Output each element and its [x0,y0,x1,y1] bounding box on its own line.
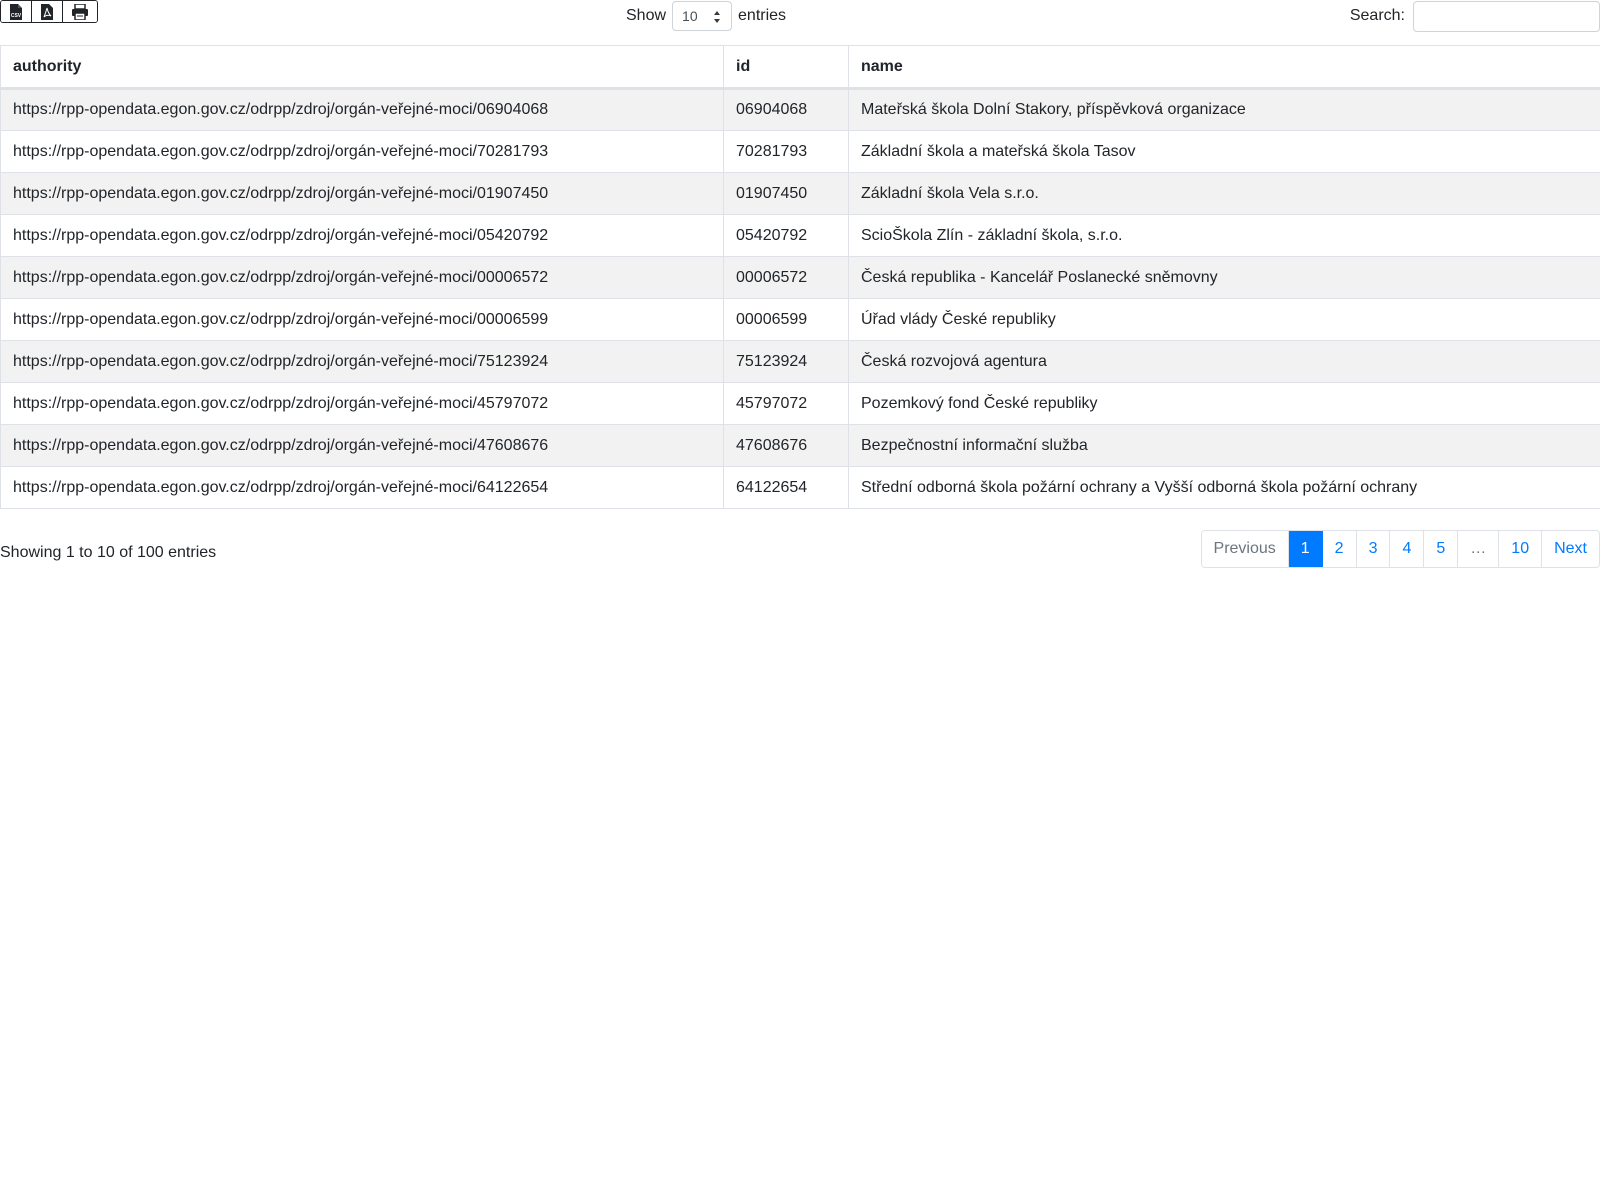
cell-id: 01907450 [723,172,849,215]
data-table: authority id name https://rpp-opendata.e… [0,45,1600,509]
show-label: Show [626,7,667,24]
cell-authority: https://rpp-opendata.egon.gov.cz/odrpp/z… [0,466,724,509]
cell-id: 06904068 [723,88,849,131]
cell-name: Základní škola Vela s.r.o. [848,172,1600,215]
cell-id: 64122654 [723,466,849,509]
cell-id: 47608676 [723,424,849,467]
csv-file-icon: CSV [10,3,22,20]
sort-arrows-icon [714,11,721,23]
cell-authority: https://rpp-opendata.egon.gov.cz/odrpp/z… [0,340,724,383]
cell-authority: https://rpp-opendata.egon.gov.cz/odrpp/z… [0,298,724,341]
cell-authority: https://rpp-opendata.egon.gov.cz/odrpp/z… [0,130,724,173]
table-row: https://rpp-opendata.egon.gov.cz/odrpp/z… [0,424,1600,467]
data-table-wrapper: authority id name https://rpp-opendata.e… [0,45,1600,509]
column-header-authority[interactable]: authority [0,45,724,90]
table-row: https://rpp-opendata.egon.gov.cz/odrpp/z… [0,466,1600,509]
column-header-id[interactable]: id [723,45,849,90]
pagination-previous-button[interactable]: Previous [1201,531,1289,567]
cell-name: Česká republika - Kancelář Poslanecké sn… [848,256,1600,299]
cell-authority: https://rpp-opendata.egon.gov.cz/odrpp/z… [0,88,724,131]
cell-id: 05420792 [723,214,849,257]
cell-id: 00006599 [723,298,849,341]
pagination-page-10[interactable]: 10 [1499,531,1543,567]
table-row: https://rpp-opendata.egon.gov.cz/odrpp/z… [0,382,1600,425]
search-control: Search: [1350,0,1600,32]
cell-authority: https://rpp-opendata.egon.gov.cz/odrpp/z… [0,214,724,257]
pagination-page-5[interactable]: 5 [1424,531,1459,567]
pagination-ellipsis: … [1458,531,1500,567]
page-length-control: Show 10 entries [626,0,786,32]
table-row: https://rpp-opendata.egon.gov.cz/odrpp/z… [0,340,1600,383]
print-button[interactable] [63,1,97,22]
cell-id: 70281793 [723,130,849,173]
table-row: https://rpp-opendata.egon.gov.cz/odrpp/z… [0,298,1600,341]
page-length-value: 10 [682,8,698,24]
pagination: Previous 1 2 3 4 5 … 10 Next [1200,530,1600,568]
search-label: Search: [1349,7,1405,24]
cell-name: Úřad vlády České republiky [848,298,1600,341]
table-row: https://rpp-opendata.egon.gov.cz/odrpp/z… [0,88,1600,131]
cell-name: Česká rozvojová agentura [848,340,1600,383]
pagination-page-3[interactable]: 3 [1356,531,1391,567]
table-row: https://rpp-opendata.egon.gov.cz/odrpp/z… [0,214,1600,257]
table-controls: CSV Show 10 entries Search: [0,0,1600,40]
page-length-select[interactable]: 10 [672,1,733,31]
table-info: Showing 1 to 10 of 100 entries [0,544,217,561]
cell-id: 00006572 [723,256,849,299]
cell-name: Mateřská škola Dolní Stakory, příspěvkov… [848,88,1600,131]
entries-label: entries [738,7,787,24]
export-csv-button[interactable]: CSV [1,1,32,22]
cell-name: Střední odborná škola požární ochrany a … [848,466,1600,509]
export-button-group: CSV [0,0,98,23]
cell-authority: https://rpp-opendata.egon.gov.cz/odrpp/z… [0,382,724,425]
cell-authority: https://rpp-opendata.egon.gov.cz/odrpp/z… [0,424,724,467]
table-row: https://rpp-opendata.egon.gov.cz/odrpp/z… [0,172,1600,215]
cell-name: Pozemkový fond České republiky [848,382,1600,425]
cell-authority: https://rpp-opendata.egon.gov.cz/odrpp/z… [0,172,724,215]
svg-text:CSV: CSV [11,13,22,19]
cell-id: 75123924 [723,340,849,383]
cell-name: ScioŠkola Zlín - základní škola, s.r.o. [848,214,1600,257]
table-row: https://rpp-opendata.egon.gov.cz/odrpp/z… [0,256,1600,299]
cell-authority: https://rpp-opendata.egon.gov.cz/odrpp/z… [0,256,724,299]
pagination-page-2[interactable]: 2 [1322,531,1357,567]
print-icon [72,3,88,20]
pagination-page-4[interactable]: 4 [1390,531,1425,567]
export-pdf-button[interactable] [32,1,63,22]
cell-name: Základní škola a mateřská škola Tasov [848,130,1600,173]
table-row: https://rpp-opendata.egon.gov.cz/odrpp/z… [0,130,1600,173]
pagination-next-button[interactable]: Next [1542,531,1599,567]
page: CSV Show 10 entries Search: authority id… [0,0,1600,1200]
column-header-name[interactable]: name [848,45,1600,90]
pdf-file-icon [41,3,53,20]
pagination-page-1[interactable]: 1 [1288,531,1323,567]
table-header-row: authority id name [0,45,1600,90]
cell-id: 45797072 [723,382,849,425]
search-input[interactable] [1413,0,1600,32]
cell-name: Bezpečnostní informační služba [848,424,1600,467]
table-body: https://rpp-opendata.egon.gov.cz/odrpp/z… [0,88,1600,509]
